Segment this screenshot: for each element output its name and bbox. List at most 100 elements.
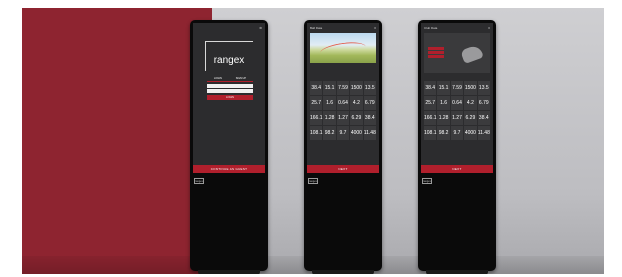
metric-cell: 25.7 bbox=[310, 96, 323, 110]
metric-value: 1.27 bbox=[452, 115, 462, 121]
club-menu-item[interactable] bbox=[428, 55, 444, 58]
metric-value: 6.79 bbox=[364, 100, 375, 106]
metric-cell: 38.4 bbox=[310, 81, 323, 95]
metric-cell: 98.2 bbox=[437, 126, 450, 140]
metric-value: 108.1 bbox=[310, 130, 323, 136]
red-backdrop bbox=[22, 8, 212, 274]
metric-cell: 9.7 bbox=[450, 126, 464, 140]
screen-title: Ball Data bbox=[310, 26, 323, 30]
metric-value: 4000 bbox=[464, 130, 476, 136]
status-bar: ⚙ bbox=[196, 26, 262, 31]
metric-cell: 1.28 bbox=[437, 111, 450, 125]
metric-cell: 166.1 bbox=[424, 111, 437, 125]
metric-value: 1500 bbox=[350, 85, 362, 91]
metric-value: 38.4 bbox=[478, 115, 489, 121]
metric-cell: 1.27 bbox=[336, 111, 350, 125]
metric-cell: 6.29 bbox=[350, 111, 363, 125]
metric-value: 11.48 bbox=[477, 130, 490, 136]
next-button[interactable]: NEXT bbox=[421, 165, 493, 173]
guest-button[interactable]: CONTINUE AS GUEST bbox=[193, 165, 265, 173]
metric-value: 166.1 bbox=[424, 115, 437, 121]
username-field[interactable] bbox=[207, 84, 253, 88]
metric-cell: 1.6 bbox=[437, 96, 450, 110]
metric-value: 25.7 bbox=[311, 100, 322, 106]
metric-cell: 7.59 bbox=[336, 81, 350, 95]
menu-icon[interactable]: ≡ bbox=[374, 26, 376, 31]
metric-cell: 38.4 bbox=[477, 111, 490, 125]
metric-cell: 7.59 bbox=[450, 81, 464, 95]
kiosk-login: ⚙ rangex LOGIN SIGN UP LOGIN CONTINUE AS… bbox=[190, 20, 268, 274]
metric-cell: 1500 bbox=[464, 81, 477, 95]
metric-value: 0.64 bbox=[338, 100, 348, 106]
ball-trace-line bbox=[319, 39, 367, 61]
metric-value: 108.1 bbox=[424, 130, 437, 136]
metric-value: 9.7 bbox=[453, 130, 461, 136]
metric-cell: 13.5 bbox=[477, 81, 490, 95]
metric-value: 1.28 bbox=[438, 115, 449, 121]
hardware-logo: rangex bbox=[422, 178, 432, 184]
metric-cell: 4000 bbox=[350, 126, 363, 140]
hardware-logo: rangex bbox=[194, 178, 204, 184]
metric-cell: 108.1 bbox=[310, 126, 323, 140]
metric-value: 7.59 bbox=[338, 85, 348, 91]
next-button[interactable]: NEXT bbox=[307, 165, 379, 173]
login-button[interactable]: LOGIN bbox=[207, 95, 253, 100]
metric-value: 1.6 bbox=[440, 100, 448, 106]
club-menu-item[interactable] bbox=[428, 51, 444, 54]
metric-cell: 13.5 bbox=[363, 81, 376, 95]
metric-value: 38.4 bbox=[364, 115, 375, 121]
metric-value: 1.28 bbox=[324, 115, 335, 121]
club-panel bbox=[424, 33, 490, 73]
kiosk-screen-club-data: Club Data ≡ 38.4 15.1 7.59 1500 13.5 25.7 1.6 0… bbox=[421, 23, 493, 173]
product-scene: ⚙ rangex LOGIN SIGN UP LOGIN CONTINUE AS… bbox=[22, 8, 604, 274]
metric-value: 4.2 bbox=[466, 100, 474, 106]
menu-icon[interactable]: ≡ bbox=[488, 26, 490, 31]
metric-value: 11.48 bbox=[363, 130, 376, 136]
metric-cell: 4.2 bbox=[464, 96, 477, 110]
screen-title: Club Data bbox=[424, 26, 438, 30]
metric-value: 1500 bbox=[464, 85, 476, 91]
kiosk-club-data: Club Data ≡ 38.4 15.1 7.59 1500 13.5 25.7 1.6 0… bbox=[418, 20, 496, 274]
club-head-icon bbox=[460, 44, 484, 64]
metric-value: 38.4 bbox=[311, 85, 322, 91]
metric-cell: 9.7 bbox=[336, 126, 350, 140]
kiosk-screen-login: ⚙ rangex LOGIN SIGN UP LOGIN CONTINUE AS… bbox=[193, 23, 265, 173]
metric-value: 98.2 bbox=[438, 130, 449, 136]
metric-cell: 1.27 bbox=[450, 111, 464, 125]
metric-cell: 25.7 bbox=[424, 96, 437, 110]
metric-cell: 11.48 bbox=[363, 126, 376, 140]
metric-cell: 4.2 bbox=[350, 96, 363, 110]
metric-value: 13.5 bbox=[364, 85, 375, 91]
settings-icon[interactable]: ⚙ bbox=[259, 26, 262, 31]
metric-cell: 98.2 bbox=[323, 126, 336, 140]
metric-value: 38.4 bbox=[425, 85, 436, 91]
metric-cell: 0.64 bbox=[336, 96, 350, 110]
metric-value: 1.6 bbox=[326, 100, 334, 106]
metric-cell: 166.1 bbox=[310, 111, 323, 125]
metric-value: 25.7 bbox=[425, 100, 436, 106]
metric-cell: 0.64 bbox=[450, 96, 464, 110]
metric-cell: 15.1 bbox=[437, 81, 450, 95]
metric-cell: 6.29 bbox=[464, 111, 477, 125]
tab-underline bbox=[207, 81, 253, 82]
metric-cell: 38.4 bbox=[363, 111, 376, 125]
metric-cell: 4000 bbox=[464, 126, 477, 140]
hardware-logo: rangex bbox=[308, 178, 318, 184]
screen-header: Ball Data ≡ bbox=[310, 26, 376, 31]
password-field[interactable] bbox=[207, 89, 253, 93]
kiosk-base bbox=[426, 270, 488, 274]
shot-trace-photo bbox=[310, 33, 376, 63]
metric-value: 6.29 bbox=[465, 115, 476, 121]
club-menu-item[interactable] bbox=[428, 47, 444, 50]
metric-value: 0.64 bbox=[452, 100, 462, 106]
metric-value: 98.2 bbox=[324, 130, 335, 136]
metric-value: 4.2 bbox=[352, 100, 360, 106]
metric-value: 9.7 bbox=[339, 130, 347, 136]
metric-cell: 6.79 bbox=[477, 96, 490, 110]
kiosk-base bbox=[198, 270, 260, 274]
kiosk-base bbox=[312, 270, 374, 274]
club-menu bbox=[428, 47, 444, 59]
brand-logo: rangex bbox=[213, 55, 245, 66]
metric-cell: 6.79 bbox=[363, 96, 376, 110]
metrics-grid: 38.4 15.1 7.59 1500 13.5 25.7 1.6 0.64 4.2 6.79 16… bbox=[424, 81, 490, 140]
